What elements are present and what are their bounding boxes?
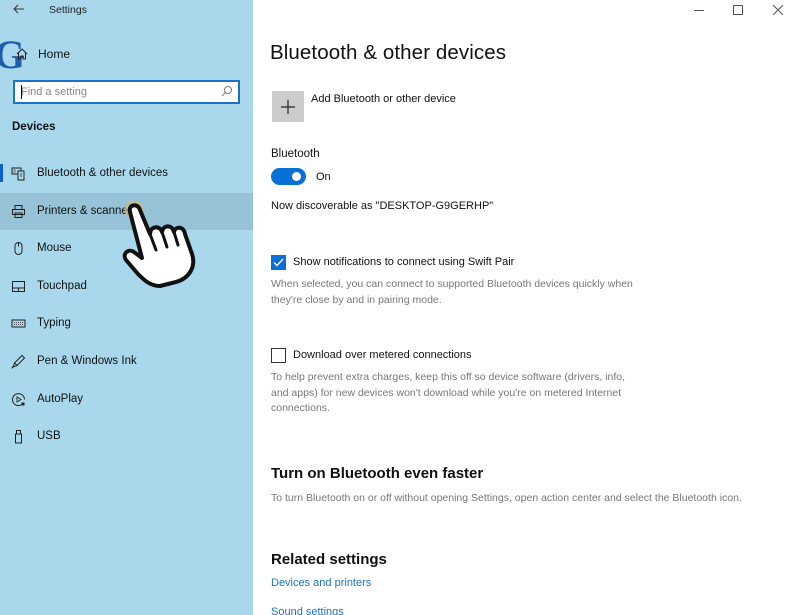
sidebar-item-label: AutoPlay bbox=[37, 392, 84, 405]
search-box[interactable] bbox=[13, 80, 240, 104]
swift-pair-checkbox-row[interactable]: Show notifications to connect using Swif… bbox=[271, 255, 671, 273]
keyboard-icon bbox=[11, 319, 26, 328]
pen-icon bbox=[11, 354, 26, 369]
metered-checkbox-row[interactable]: Download over metered connections bbox=[271, 348, 671, 366]
faster-description: To turn Bluetooth on or off without open… bbox=[271, 492, 742, 504]
sidebar-item-home[interactable]: Home bbox=[0, 42, 253, 68]
text-caret bbox=[21, 85, 22, 99]
related-settings-heading: Related settings bbox=[271, 551, 387, 568]
search-icon[interactable] bbox=[220, 85, 233, 98]
metered-checkbox[interactable] bbox=[271, 348, 286, 363]
sidebar-item-usb[interactable]: USB bbox=[0, 418, 253, 456]
swift-pair-label: Show notifications to connect using Swif… bbox=[293, 256, 515, 268]
usb-icon bbox=[15, 430, 22, 444]
sidebar-item-label: Pen & Windows Ink bbox=[37, 354, 137, 367]
add-device-button[interactable] bbox=[272, 91, 304, 122]
minimize-button[interactable] bbox=[682, 0, 716, 22]
sidebar-item-label: Touchpad bbox=[37, 279, 87, 292]
sidebar-item-label: Typing bbox=[37, 317, 71, 330]
close-button[interactable] bbox=[761, 0, 795, 22]
sidebar-item-typing[interactable]: Typing bbox=[0, 305, 253, 343]
back-button[interactable] bbox=[10, 2, 28, 18]
metered-label: Download over metered connections bbox=[293, 349, 472, 361]
sidebar-item-label: USB bbox=[37, 430, 61, 443]
window-controls bbox=[680, 0, 800, 22]
faster-heading: Turn on Bluetooth even faster bbox=[271, 465, 484, 482]
sidebar-item-mouse[interactable]: Mouse bbox=[0, 230, 253, 268]
swift-pair-checkbox[interactable] bbox=[271, 255, 286, 270]
sidebar-item-label: Mouse bbox=[37, 242, 72, 255]
sidebar: Settings G Home Devices Bluetooth & othe… bbox=[0, 0, 253, 615]
main-panel: Bluetooth & other devices Add Bluetooth … bbox=[253, 0, 800, 615]
swift-pair-description: When selected, you can connect to suppor… bbox=[271, 278, 633, 306]
section-header: Devices bbox=[12, 121, 56, 133]
add-device-label[interactable]: Add Bluetooth or other device bbox=[311, 93, 456, 105]
search-input[interactable] bbox=[21, 84, 211, 100]
bluetooth-devices-icon bbox=[11, 167, 25, 181]
sidebar-item-bluetooth[interactable]: Bluetooth & other devices bbox=[0, 155, 253, 193]
toggle-state-label: On bbox=[316, 171, 331, 183]
sidebar-item-label: Home bbox=[38, 47, 71, 61]
plus-icon bbox=[281, 100, 295, 114]
selection-indicator bbox=[0, 164, 3, 182]
checkmark-icon bbox=[273, 258, 284, 267]
mouse-icon bbox=[14, 242, 23, 256]
maximize-icon bbox=[733, 5, 743, 15]
devices-and-printers-link[interactable]: Devices and printers bbox=[271, 577, 371, 589]
bluetooth-label: Bluetooth bbox=[271, 148, 320, 160]
autoplay-icon bbox=[12, 392, 25, 406]
home-icon bbox=[16, 48, 28, 60]
back-arrow-icon bbox=[13, 4, 24, 14]
toggle-knob bbox=[292, 172, 301, 181]
sidebar-item-label: Bluetooth & other devices bbox=[37, 167, 169, 179]
maximize-button[interactable] bbox=[721, 0, 755, 22]
sidebar-item-printers[interactable]: Printers & scanners bbox=[0, 192, 253, 231]
sidebar-item-label: Printers & scanners bbox=[37, 204, 138, 217]
sidebar-item-pen[interactable]: Pen & Windows Ink bbox=[0, 343, 253, 381]
minimize-icon bbox=[694, 10, 704, 11]
sidebar-item-touchpad[interactable]: Touchpad bbox=[0, 268, 253, 306]
sidebar-item-autoplay[interactable]: AutoPlay bbox=[0, 381, 253, 419]
bluetooth-toggle[interactable] bbox=[271, 168, 306, 185]
discoverable-text: Now discoverable as "DESKTOP-G9GERHP" bbox=[271, 200, 494, 212]
page-title: Bluetooth & other devices bbox=[270, 41, 507, 64]
sound-settings-link[interactable]: Sound settings bbox=[271, 606, 344, 615]
sidebar-nav: Bluetooth & other devices Printers & sca… bbox=[0, 155, 253, 456]
printer-icon bbox=[12, 204, 25, 218]
close-icon bbox=[773, 5, 783, 15]
app-title: Settings bbox=[49, 4, 87, 16]
title-bar: Settings bbox=[0, 0, 253, 22]
touchpad-icon bbox=[12, 280, 25, 292]
metered-description: To help prevent extra charges, keep this… bbox=[271, 371, 626, 414]
